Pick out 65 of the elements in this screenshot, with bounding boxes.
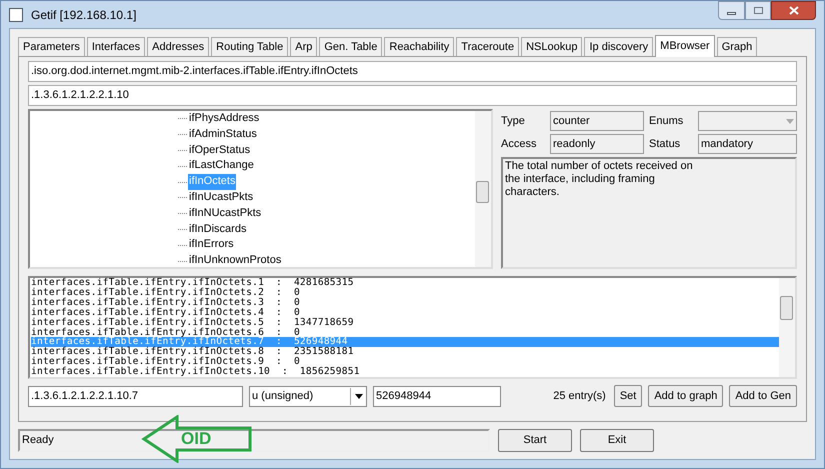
result-row[interactable]: interfaces.ifTable.ifEntry.ifInOctets.3 : 0 (31, 298, 779, 308)
tab[interactable]: Addresses (147, 37, 210, 56)
tab[interactable]: NSLookup (521, 37, 582, 56)
value-input[interactable]: 526948944 (373, 386, 501, 406)
status-label: Status (649, 136, 682, 152)
tab[interactable]: Reachability (384, 37, 454, 56)
scrollbar[interactable] (779, 278, 795, 377)
minimize-icon (727, 12, 736, 15)
annotation-label: OID (181, 430, 212, 448)
close-icon (788, 6, 798, 15)
start-button[interactable]: Start (498, 429, 572, 452)
tree-item[interactable]: ifInUcastPkts (188, 190, 254, 206)
result-row[interactable]: interfaces.ifTable.ifEntry.ifInOctets.8 : 2351588181 (31, 347, 779, 358)
access-label: Access (501, 136, 538, 152)
tree-item[interactable]: ifInNUcastPkts (188, 206, 262, 222)
result-row[interactable]: interfaces.ifTable.ifEntry.ifInOctets.1 : 4281685315 (31, 278, 779, 288)
minimize-button[interactable] (718, 1, 745, 20)
tree-item[interactable]: ifPhysAddress (188, 111, 260, 127)
oid-number-field[interactable]: .1.3.6.1.2.1.2.2.1.10 (28, 85, 797, 106)
window-title: Getif [192.168.10.1] (31, 6, 136, 24)
tree-item[interactable]: ifInErrors (188, 237, 235, 254)
tree-item[interactable]: ifLastChange (188, 158, 255, 174)
exit-button[interactable]: Exit (580, 429, 654, 452)
tab[interactable]: Graph (716, 37, 758, 56)
type-label: Type (501, 114, 526, 129)
add-to-gen-button[interactable]: Add to Gen (729, 385, 797, 407)
tab[interactable]: Gen. Table (319, 37, 382, 56)
tab[interactable]: Parameters (18, 37, 85, 56)
tree-item[interactable]: ifInDiscards (188, 222, 248, 238)
scrollbar-thumb[interactable] (780, 296, 793, 320)
dropdown-arrow-icon (786, 118, 794, 124)
enums-label: Enums (649, 114, 684, 129)
tab[interactable]: Arp (290, 37, 318, 56)
result-row[interactable]: interfaces.ifTable.ifEntry.ifInOctets.6 : 0 (31, 328, 779, 338)
close-button[interactable] (771, 1, 816, 20)
access-field: readonly (550, 134, 644, 154)
enums-dropdown[interactable] (698, 111, 797, 131)
entry-count: 25 entry(s) (553, 388, 606, 404)
add-to-graph-button[interactable]: Add to graph (648, 385, 724, 407)
dropdown-arrow-icon (354, 394, 362, 398)
set-button[interactable]: Set (614, 385, 642, 407)
oid-input[interactable]: .1.3.6.1.2.1.2.2.1.10.7 (28, 386, 243, 406)
maximize-icon (754, 7, 762, 14)
result-row[interactable]: interfaces.ifTable.ifEntry.ifInOctets.2 : 0 (31, 288, 779, 298)
scrollbar[interactable] (475, 111, 491, 267)
scrollbar-thumb[interactable] (476, 181, 489, 203)
tree-item[interactable]: ifOperStatus (188, 142, 252, 158)
status-field: mandatory (698, 134, 797, 154)
maximize-button[interactable] (745, 1, 771, 20)
tree-item[interactable]: ifInUnknownProtos (188, 253, 282, 269)
value-type-dropdown[interactable]: u (unsigned) (249, 386, 367, 406)
tree-item[interactable]: ifAdminStatus (188, 126, 258, 143)
tab[interactable]: Interfaces (86, 37, 146, 56)
tab[interactable]: Routing Table (211, 37, 288, 56)
description-text: The total number of octets received on the interface, including framing characters. (504, 159, 694, 200)
result-row[interactable]: interfaces.ifTable.ifEntry.ifInOctets.9 : 0 (31, 357, 779, 368)
app-icon (9, 8, 23, 22)
oid-name-field[interactable]: .iso.org.dod.internet.mgmt.mib-2.interfaces.ifTable.ifEntry.ifInOctets (28, 61, 797, 82)
type-field: counter (550, 111, 644, 131)
result-row[interactable]: interfaces.ifTable.ifEntry.ifInOctets.5 : 1347718659 (31, 318, 779, 328)
tab[interactable]: Ip discovery (584, 37, 654, 56)
tab[interactable]: Traceroute (456, 37, 520, 56)
result-row[interactable]: interfaces.ifTable.ifEntry.ifInOctets.4 : 0 (31, 308, 779, 318)
result-row[interactable]: interfaces.ifTable.ifEntry.ifInOctets.10 : 1856259851 (31, 367, 779, 377)
tab[interactable]: MBrowser (655, 35, 715, 57)
